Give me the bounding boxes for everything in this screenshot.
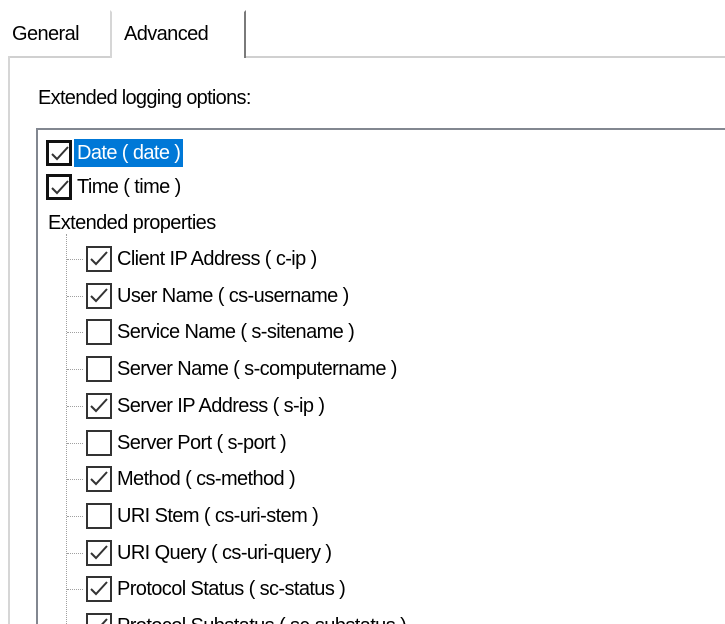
property-checkbox[interactable] bbox=[86, 613, 112, 624]
tree-connector-branch bbox=[67, 369, 83, 370]
property-checkbox[interactable] bbox=[86, 430, 112, 456]
property-label: Service Name ( s-sitename ) bbox=[117, 321, 355, 343]
property-label: Client IP Address ( c-ip ) bbox=[117, 248, 317, 270]
property-label: Server Port ( s-port ) bbox=[117, 432, 287, 454]
tree-connector-branch bbox=[67, 443, 83, 444]
property-label: Protocol Status ( sc-status ) bbox=[117, 578, 346, 600]
checkmark-icon bbox=[90, 251, 108, 266]
property-checkbox[interactable] bbox=[86, 540, 112, 566]
checkmark-icon bbox=[90, 581, 108, 596]
checkmark-icon bbox=[51, 146, 69, 161]
property-label: Server Name ( s-computername ) bbox=[117, 358, 397, 380]
extended-properties-label: Extended properties bbox=[48, 212, 216, 234]
tree-connector-branch bbox=[67, 406, 83, 407]
extended-logging-options-label: Extended logging options: bbox=[38, 87, 251, 109]
checkmark-icon bbox=[90, 288, 108, 303]
tree-connector-branch bbox=[67, 553, 83, 554]
tree-child-item[interactable]: Protocol Substatus ( sc-substatus ) bbox=[86, 609, 409, 624]
date-checkbox[interactable] bbox=[46, 140, 72, 166]
tree-child-item[interactable]: Service Name ( s-sitename ) bbox=[86, 315, 357, 349]
logging-options-tree[interactable]: Date ( date ) Time ( time ) Extended pro… bbox=[36, 128, 725, 624]
checkmark-icon bbox=[90, 545, 108, 560]
tab-general-label: General bbox=[12, 23, 80, 45]
property-checkbox[interactable] bbox=[86, 319, 112, 345]
tree-connector-branch bbox=[67, 259, 83, 260]
tree-child-item[interactable]: Client IP Address ( c-ip ) bbox=[86, 242, 320, 276]
tree-child-item[interactable]: URI Stem ( cs-uri-stem ) bbox=[86, 499, 321, 533]
property-label: Server IP Address ( s-ip ) bbox=[117, 395, 325, 417]
tree-child-item[interactable]: Protocol Status ( sc-status ) bbox=[86, 572, 348, 606]
property-checkbox[interactable] bbox=[86, 576, 112, 602]
tab-strip: General Advanced bbox=[0, 0, 725, 58]
tree-child-item[interactable]: Server IP Address ( s-ip ) bbox=[86, 389, 327, 423]
tree-child-item[interactable]: User Name ( cs-username ) bbox=[86, 279, 352, 313]
tab-advanced-label: Advanced bbox=[124, 23, 209, 45]
checkmark-icon bbox=[51, 180, 69, 195]
property-checkbox[interactable] bbox=[86, 283, 112, 309]
property-label: Protocol Substatus ( sc-substatus ) bbox=[114, 612, 409, 624]
property-checkbox[interactable] bbox=[86, 503, 112, 529]
tree-connector-line bbox=[66, 234, 67, 624]
property-checkbox[interactable] bbox=[86, 356, 112, 382]
panel-border-left bbox=[8, 56, 10, 624]
tree-item-time[interactable]: Time ( time ) bbox=[46, 170, 184, 204]
property-label: URI Query ( cs-uri-query ) bbox=[117, 542, 332, 564]
checkmark-icon bbox=[90, 398, 108, 413]
time-label: Time ( time ) bbox=[77, 176, 181, 198]
tree-connector-branch bbox=[67, 296, 83, 297]
tab-advanced[interactable]: Advanced bbox=[110, 10, 246, 58]
date-label: Date ( date ) bbox=[72, 138, 185, 168]
tree-child-item[interactable]: Server Port ( s-port ) bbox=[86, 426, 289, 460]
tree-child-item[interactable]: Server Name ( s-computername ) bbox=[86, 352, 400, 386]
tree-child-item[interactable]: Method ( cs-method ) bbox=[86, 462, 298, 496]
property-checkbox[interactable] bbox=[86, 246, 112, 272]
tree-child-item[interactable]: URI Query ( cs-uri-query ) bbox=[86, 536, 334, 570]
tab-general[interactable]: General bbox=[8, 14, 83, 54]
property-checkbox[interactable] bbox=[86, 466, 112, 492]
tree-connector-branch bbox=[67, 332, 83, 333]
tree-group-extended-properties[interactable]: Extended properties bbox=[46, 206, 219, 240]
property-label: Method ( cs-method ) bbox=[117, 468, 296, 490]
tree-item-date[interactable]: Date ( date ) bbox=[46, 136, 185, 170]
checkmark-icon bbox=[90, 471, 108, 486]
tree-connector-branch bbox=[67, 589, 83, 590]
tree-connector-branch bbox=[67, 479, 83, 480]
property-label: URI Stem ( cs-uri-stem ) bbox=[117, 505, 319, 527]
property-label: User Name ( cs-username ) bbox=[117, 285, 349, 307]
checkmark-icon bbox=[101, 618, 108, 624]
time-checkbox[interactable] bbox=[46, 174, 72, 200]
property-checkbox[interactable] bbox=[86, 393, 112, 419]
tree-connector-branch bbox=[67, 516, 83, 517]
